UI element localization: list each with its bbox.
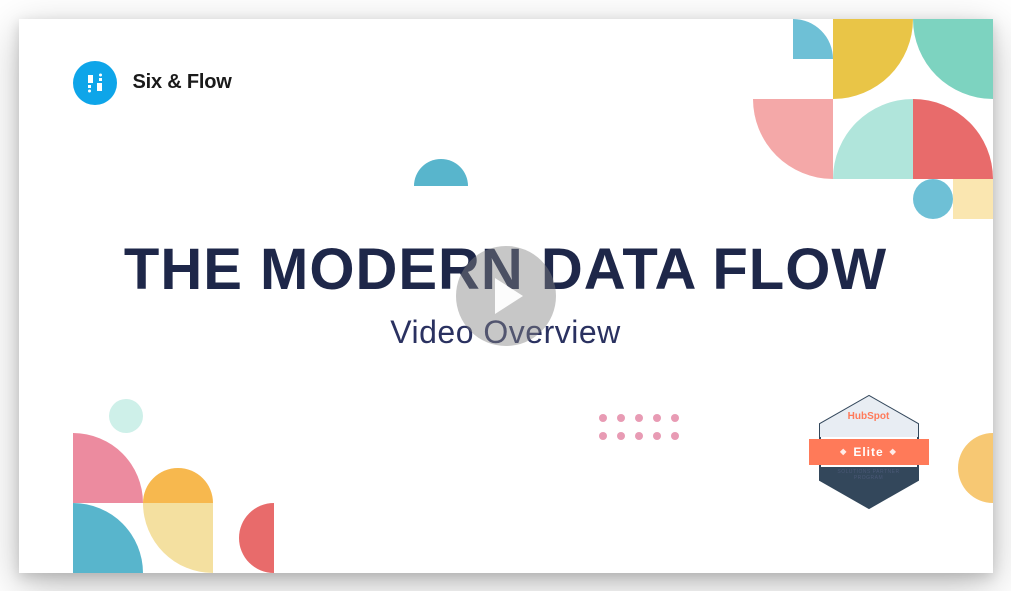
decorative-shape [109,399,143,433]
decorative-shape [753,99,833,179]
decorative-shape [958,433,993,503]
brand-logo-text: Six & Flow [133,71,232,94]
decorative-shape [73,503,143,573]
video-card: Six & Flow THE MODERN DATA FLOW Video Ov… [19,19,993,573]
badge-program: SOLUTIONS PARTNER PROGRAM [834,469,904,482]
decorative-shape [753,19,833,99]
decorative-shape [143,503,213,573]
decorative-shape [953,179,993,219]
decorative-shape [239,503,274,573]
play-button[interactable] [456,246,556,346]
partner-badge: HubSpot ◆ Elite ◆ SOLUTIONS PARTNER PROG… [815,393,923,511]
play-icon [495,278,523,314]
badge-tier: ◆ Elite ◆ [809,439,929,465]
decorative-shape [833,99,913,179]
decorative-shape [913,99,993,179]
decorative-shape [913,19,993,99]
decorative-shape [833,19,913,99]
decorative-shape [913,179,953,219]
badge-brand: HubSpot [848,411,890,422]
decorative-shape [143,468,213,503]
decorative-dots [599,414,679,440]
decorative-shape [414,159,468,186]
brand-logo-icon [73,61,117,105]
decorative-shape [73,433,143,503]
brand-logo: Six & Flow [73,61,232,105]
